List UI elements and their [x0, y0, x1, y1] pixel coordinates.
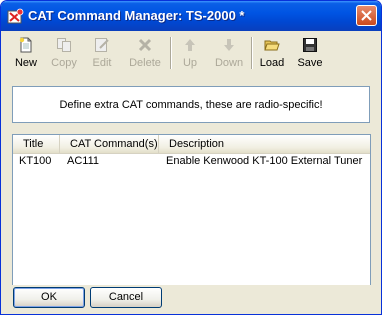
close-icon: [361, 10, 372, 21]
edit-label: Edit: [92, 57, 112, 69]
save-label: Save: [297, 57, 323, 69]
cell-cat-command: AC111: [67, 155, 100, 167]
column-header-title[interactable]: Title: [13, 135, 60, 153]
list-header: Title CAT Command(s) Description: [13, 135, 370, 154]
close-button[interactable]: [356, 5, 377, 26]
down-label: Down: [214, 57, 244, 69]
cell-title: KT100: [19, 155, 52, 167]
arrow-down-icon: [224, 39, 234, 51]
cell-description: Enable Kenwood KT-100 External Tuner: [166, 155, 363, 167]
ok-button[interactable]: OK: [13, 287, 85, 308]
down-button[interactable]: Down: [212, 33, 246, 73]
toolbar: New Copy Edit Delete Up Down Load Save: [4, 31, 378, 75]
new-label: New: [14, 57, 37, 69]
cat-command-list[interactable]: Title CAT Command(s) Description KT100 A…: [12, 134, 371, 305]
delete-icon: [138, 38, 152, 52]
title-bar[interactable]: CAT Command Manager: TS-2000 *: [1, 1, 381, 31]
save-button[interactable]: Save: [294, 33, 326, 73]
toolbar-separator: [251, 37, 253, 69]
cancel-button[interactable]: Cancel: [90, 287, 162, 308]
list-item[interactable]: KT100 AC111 Enable Kenwood KT-100 Extern…: [13, 154, 370, 170]
copy-icon: [57, 38, 71, 52]
up-button[interactable]: Up: [175, 33, 205, 73]
button-bar: OK Cancel: [4, 285, 378, 312]
load-button[interactable]: Load: [256, 33, 288, 73]
folder-open-icon: [264, 40, 280, 51]
delete-label: Delete: [129, 57, 161, 69]
edit-icon: [95, 38, 109, 52]
new-document-icon: [19, 37, 32, 53]
info-text: Define extra CAT commands, these are rad…: [59, 99, 323, 111]
arrow-up-icon: [185, 39, 195, 51]
cat-command-manager-window: CAT Command Manager: TS-2000 * New Copy …: [0, 0, 382, 315]
new-button[interactable]: New: [8, 33, 44, 73]
app-icon: [7, 8, 24, 24]
window-title: CAT Command Manager: TS-2000 *: [28, 8, 245, 23]
floppy-disk-icon: [303, 38, 317, 52]
client-area: New Copy Edit Delete Up Down Load Save D…: [4, 31, 378, 312]
up-label: Up: [182, 57, 198, 69]
column-header-cat-commands[interactable]: CAT Command(s): [60, 135, 159, 153]
edit-button[interactable]: Edit: [84, 33, 120, 73]
delete-button[interactable]: Delete: [124, 33, 166, 73]
info-box: Define extra CAT commands, these are rad…: [12, 86, 370, 123]
load-label: Load: [259, 57, 285, 69]
toolbar-separator: [170, 37, 172, 69]
copy-label: Copy: [51, 57, 77, 69]
column-header-description[interactable]: Description: [159, 135, 370, 153]
copy-button[interactable]: Copy: [46, 33, 82, 73]
